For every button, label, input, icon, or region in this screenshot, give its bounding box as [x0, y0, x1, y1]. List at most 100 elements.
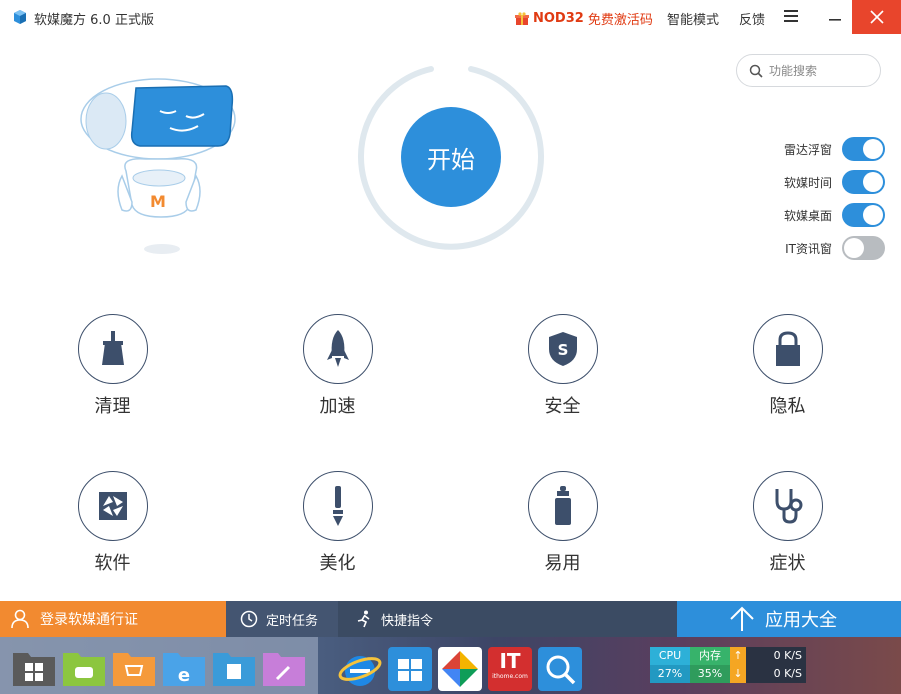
login-button[interactable]: 登录软媒通行证: [0, 601, 226, 637]
feedback-link[interactable]: 反馈: [739, 9, 765, 28]
promo-brand: NOD32: [533, 11, 584, 26]
toggle-row-it-news: IT资讯窗: [760, 235, 885, 261]
tool-label: 清理: [94, 396, 131, 417]
lock-icon: [776, 331, 800, 366]
arrow-up-icon: [730, 606, 754, 631]
game-folder-icon[interactable]: [62, 649, 106, 687]
tool-icon-circle: S: [528, 314, 598, 384]
photos-app-icon[interactable]: [438, 647, 482, 691]
quick-command-label: 快捷指令: [381, 613, 434, 629]
search-app-icon[interactable]: [538, 647, 582, 691]
upload-arrow-icon: ↑: [730, 647, 746, 665]
tool-label: 美化: [319, 553, 356, 574]
tool-label: 隐私: [769, 396, 806, 417]
shield-icon: S: [549, 332, 577, 366]
aperture-icon: [99, 492, 127, 520]
menu-icon[interactable]: [784, 10, 798, 23]
minimize-icon: [829, 19, 841, 21]
apps-folder-icon[interactable]: [212, 649, 256, 687]
close-icon: [869, 10, 884, 24]
tool-label: 安全: [544, 396, 581, 417]
svg-text:M: M: [150, 192, 166, 211]
tool-privacy[interactable]: 隐私: [675, 292, 900, 447]
brush-icon: [333, 486, 343, 526]
windows-store-icon[interactable]: [388, 647, 432, 691]
radar-window-toggle[interactable]: [842, 137, 885, 161]
app-title: 软媒魔方 6.0 正式版: [34, 13, 154, 28]
ithome-app-icon[interactable]: IT ithome.com: [488, 647, 532, 691]
memory-value: 35%: [690, 665, 730, 683]
minimize-button[interactable]: [818, 0, 852, 34]
tool-beautify[interactable]: 美化: [225, 449, 450, 604]
close-button[interactable]: [852, 0, 901, 34]
tool-label: 症状: [769, 553, 806, 574]
tool-clean[interactable]: 清理: [0, 292, 225, 447]
toggle-label: 软媒桌面: [783, 208, 832, 223]
cpu-value: 27%: [650, 665, 690, 683]
app-store-label: 应用大全: [765, 610, 837, 631]
system-monitor-widget[interactable]: CPU 27% 内存 35% ↑ ↓ 0 K/S 0 K/S: [650, 647, 806, 683]
stethoscope-icon: [775, 489, 803, 524]
search-box[interactable]: [736, 54, 881, 87]
tool-security[interactable]: S 安全: [450, 292, 675, 447]
tool-icon-circle: [78, 314, 148, 384]
toggle-row-time: 软媒时间: [760, 169, 885, 195]
tool-grid: 清理 加速 S 安全 隐私 软件 美化 易用 症状: [0, 292, 901, 602]
quick-command-button[interactable]: 快捷指令: [339, 601, 451, 637]
tool-label: 易用: [544, 553, 581, 574]
toggle-label: 雷达浮窗: [783, 142, 832, 157]
tool-label: 软件: [94, 553, 131, 574]
search-icon: [749, 64, 763, 78]
mascot-robot-image: M: [80, 78, 236, 254]
promo-link[interactable]: NOD32 免费激活码: [515, 9, 653, 28]
upload-speed: 0 K/S: [773, 649, 802, 662]
browser-folder-icon[interactable]: e: [162, 649, 206, 687]
tools-folder-icon[interactable]: [262, 649, 306, 687]
running-man-icon: [357, 610, 370, 628]
tool-icon-circle: [753, 314, 823, 384]
ithome-domain-text: ithome.com: [492, 673, 528, 680]
tool-icon-circle: [78, 471, 148, 541]
smart-mode-link[interactable]: 智能模式: [667, 9, 719, 28]
download-arrow-icon: ↓: [730, 665, 746, 683]
tool-label: 加速: [319, 396, 356, 417]
internet-explorer-icon[interactable]: [338, 647, 382, 691]
tool-icon-circle: [753, 471, 823, 541]
scheduled-task-button[interactable]: 定时任务: [226, 601, 338, 637]
ithome-logo-text: IT: [499, 649, 521, 673]
clock-icon: [240, 610, 258, 628]
shopping-folder-icon[interactable]: [112, 649, 156, 687]
svg-text:S: S: [558, 341, 569, 359]
toggle-label: IT资讯窗: [785, 241, 832, 256]
tool-symptom[interactable]: 症状: [675, 449, 900, 604]
user-icon: [11, 609, 29, 629]
it-news-toggle[interactable]: [842, 236, 885, 260]
tool-speedup[interactable]: 加速: [225, 292, 450, 447]
start-folder-icon[interactable]: [12, 649, 56, 687]
broom-icon: [102, 331, 124, 365]
tool-ease[interactable]: 易用: [450, 449, 675, 604]
start-button[interactable]: 开始: [401, 107, 501, 207]
title-bar: 软媒魔方 6.0 正式版 NOD32 免费激活码 智能模式 反馈: [0, 0, 901, 34]
download-speed: 0 K/S: [773, 667, 802, 680]
bottom-bar: 登录软媒通行证 定时任务 快捷指令 应用大全: [0, 601, 901, 637]
time-toggle[interactable]: [842, 170, 885, 194]
tool-software[interactable]: 软件: [0, 449, 225, 604]
desktop-toggle[interactable]: [842, 203, 885, 227]
search-input[interactable]: [769, 63, 869, 78]
tool-icon-circle: [303, 314, 373, 384]
app-logo-icon: [14, 10, 26, 24]
gift-icon: [515, 11, 529, 25]
windows-taskbar: e IT ithome.com CPU 27% 内存 35% ↑ ↓ 0 K/S…: [0, 637, 901, 694]
app-store-button[interactable]: 应用大全: [677, 601, 901, 637]
toggle-row-desktop: 软媒桌面: [760, 202, 885, 228]
tool-icon-circle: [303, 471, 373, 541]
svg-text:e: e: [178, 665, 190, 686]
rocket-icon: [327, 330, 349, 367]
memory-label: 内存: [690, 647, 730, 665]
toggle-row-radar: 雷达浮窗: [760, 136, 885, 162]
scheduled-task-label: 定时任务: [266, 613, 319, 629]
toggle-label: 软媒时间: [783, 175, 832, 190]
tool-icon-circle: [528, 471, 598, 541]
cpu-label: CPU: [650, 647, 690, 665]
